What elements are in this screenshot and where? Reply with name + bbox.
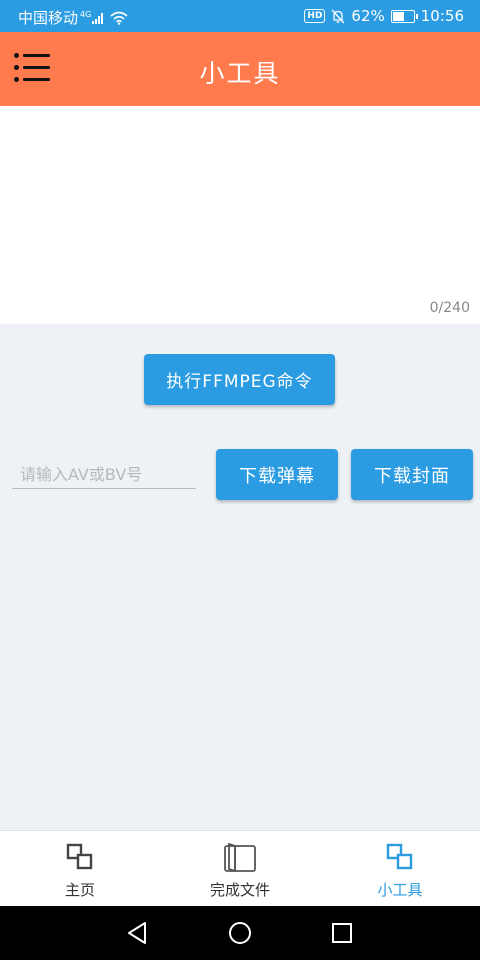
clock: 10:56 [420, 7, 464, 25]
book-icon [224, 843, 256, 873]
signal-icon [92, 12, 104, 24]
page-title: 小工具 [199, 59, 281, 88]
status-left: 中国移动 4G [18, 7, 128, 28]
nav-label-finished-files: 完成文件 [209, 881, 270, 899]
run-ffmpeg-button[interactable]: 执行FFMPEG命令 [144, 354, 335, 405]
av-bv-input[interactable] [12, 461, 196, 489]
command-textarea[interactable] [0, 106, 480, 296]
nav-label-home: 主页 [64, 881, 95, 899]
system-nav-bar [0, 906, 480, 960]
status-bar: 中国移动 4G HD 62% 10:56 [0, 0, 480, 32]
nav-item-finished-files[interactable]: 完成文件 [160, 831, 320, 907]
recent-apps-icon[interactable] [327, 918, 357, 948]
status-right: HD 62% 10:56 [304, 7, 464, 25]
nav-label-tools: 小工具 [377, 881, 423, 899]
network-type: 4G [80, 10, 92, 19]
bell-muted-icon [331, 9, 345, 23]
nav-item-home[interactable]: 主页 [0, 831, 160, 907]
char-counter: 0/240 [429, 300, 470, 316]
hd-badge: HD [304, 9, 326, 23]
download-danmu-button[interactable]: 下载弹幕 [216, 449, 338, 500]
bottom-nav: 主页 完成文件 小工具 [0, 830, 480, 907]
back-icon[interactable] [123, 918, 153, 948]
nav-item-tools[interactable]: 小工具 [320, 831, 480, 907]
squares-icon [66, 843, 93, 870]
squares-icon [386, 843, 413, 870]
command-box: 0/240 [0, 106, 480, 324]
battery-percent: 62% [351, 7, 385, 25]
carrier-label: 中国移动 [18, 9, 79, 27]
home-icon[interactable] [225, 918, 255, 948]
battery-icon [390, 9, 418, 23]
app-bar: 小工具 [0, 32, 480, 106]
wifi-icon [110, 11, 128, 25]
download-cover-button[interactable]: 下载封面 [351, 449, 473, 500]
